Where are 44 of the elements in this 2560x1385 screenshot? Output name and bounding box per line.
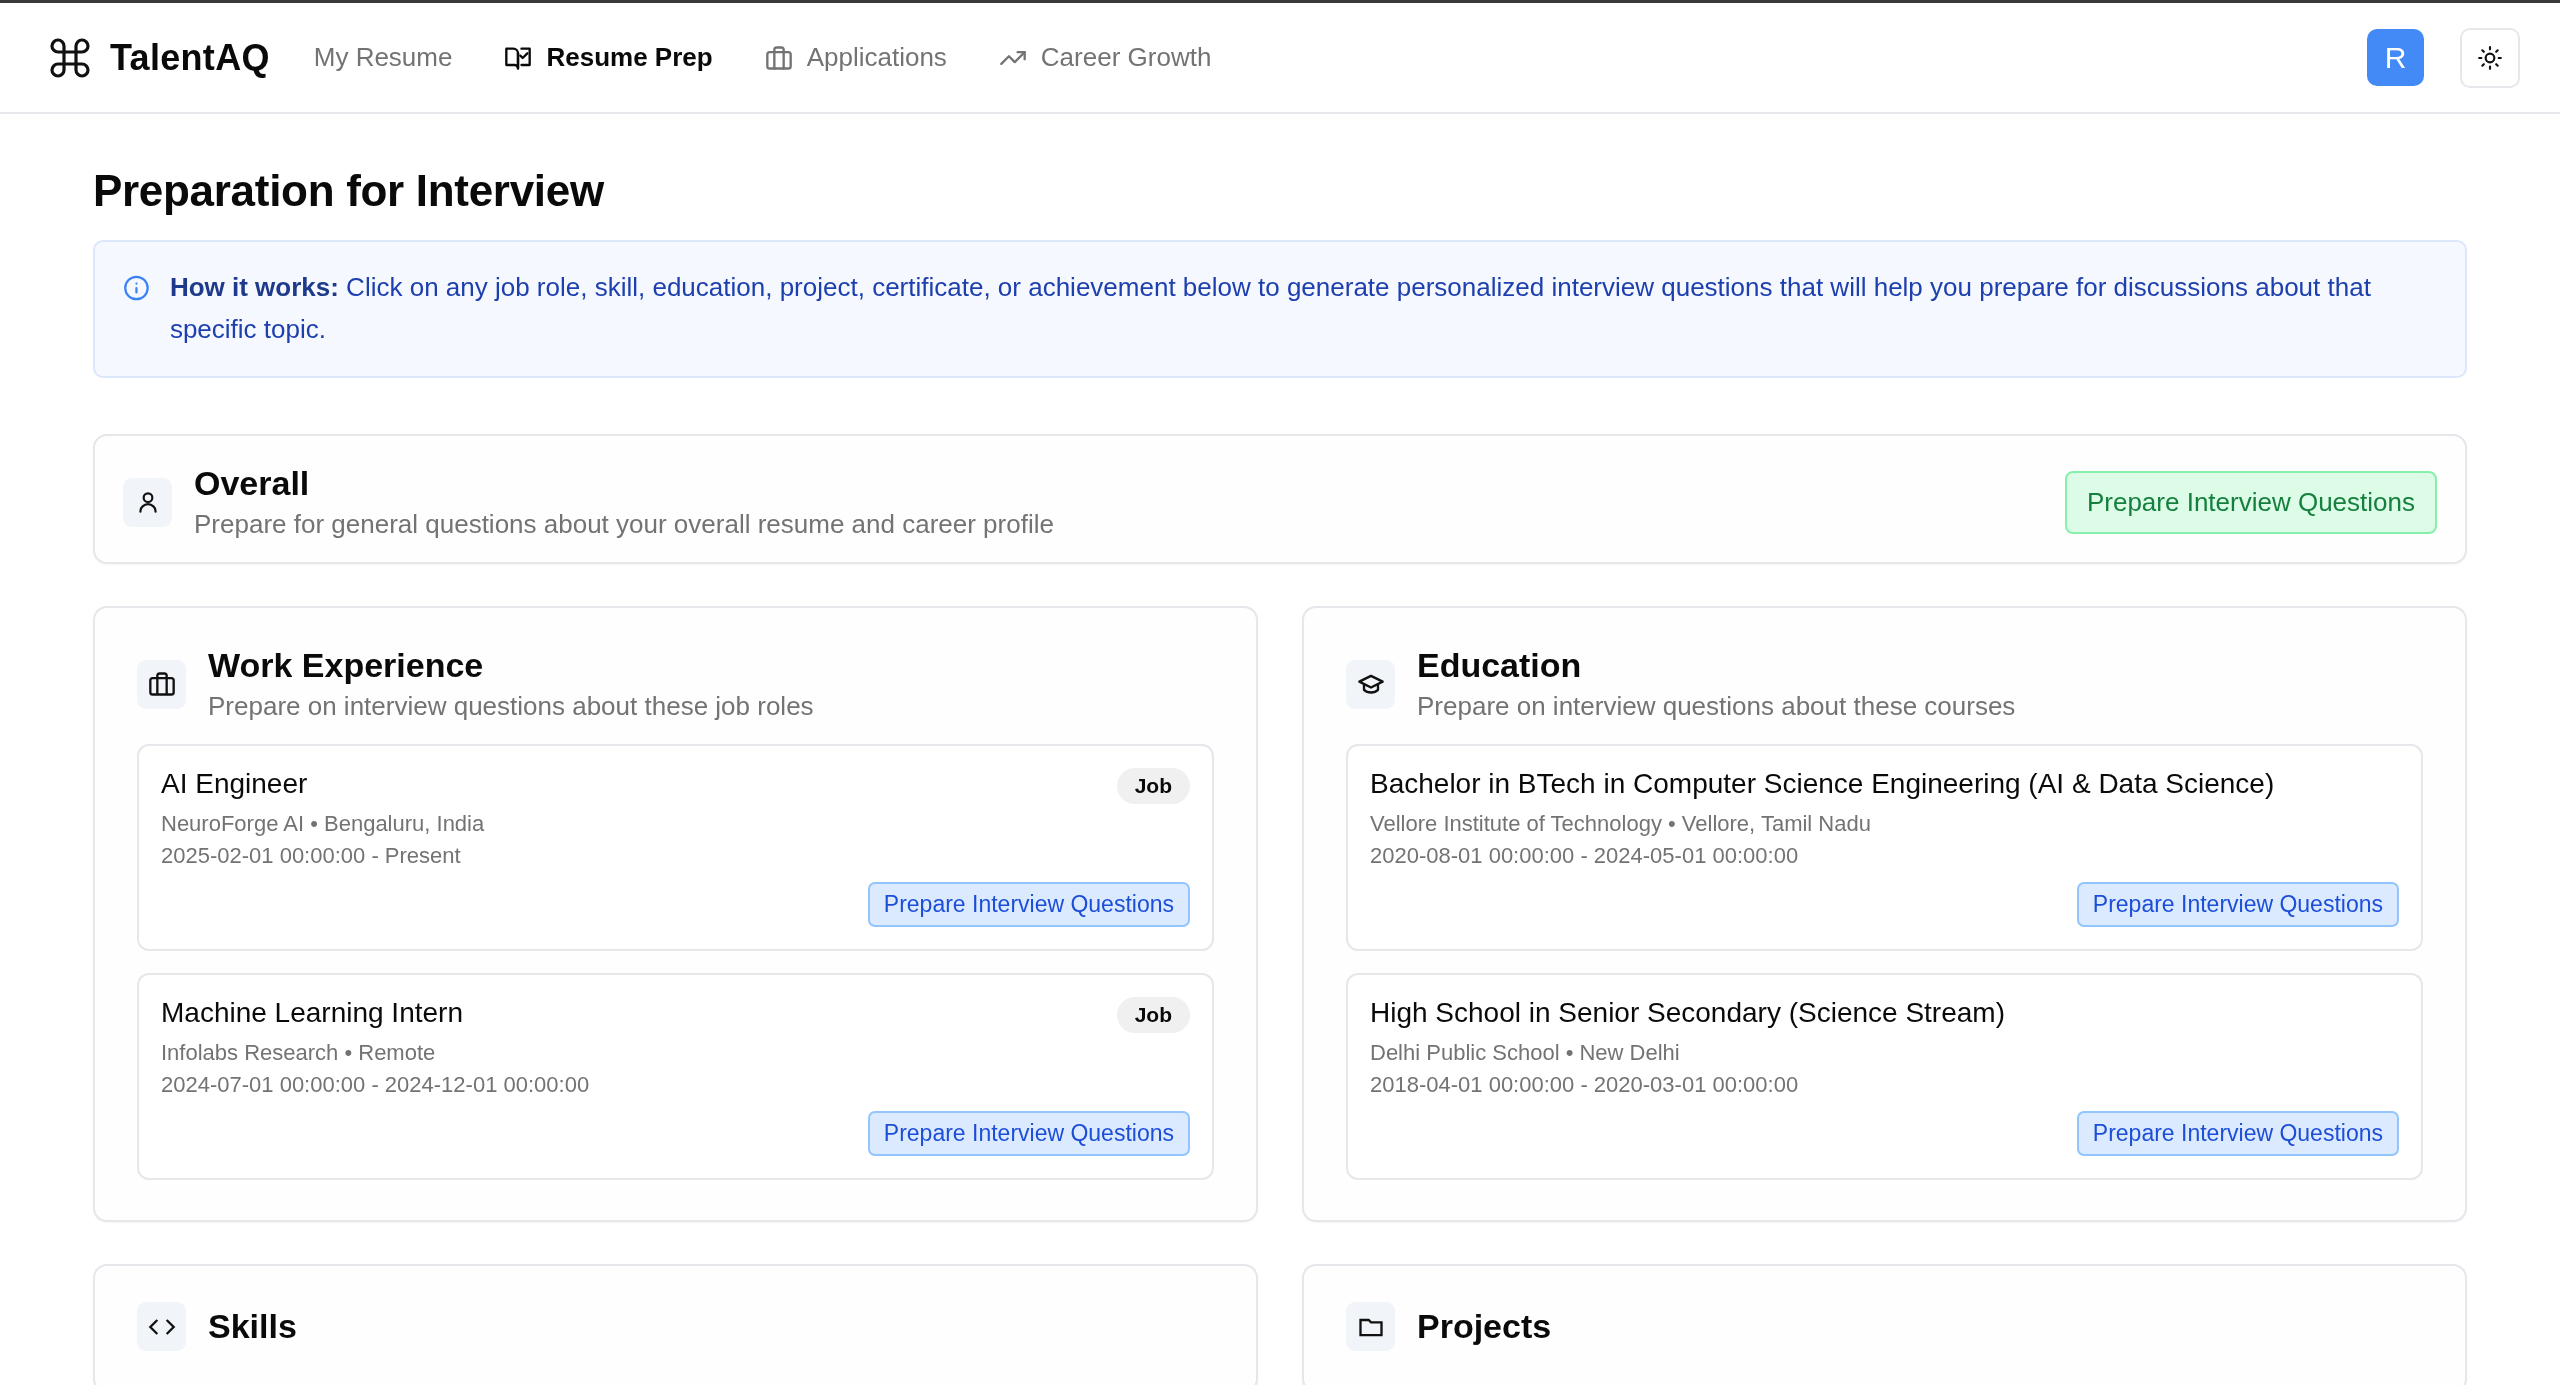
- briefcase-icon: [764, 43, 793, 72]
- section-title: Projects: [1417, 1307, 1553, 1346]
- item-dates: 2025-02-01 00:00:00 - Present: [161, 842, 462, 870]
- section-title: Skills: [208, 1307, 298, 1346]
- section-title: Work Experience: [208, 646, 485, 685]
- item-title: Machine Learning Intern: [161, 997, 463, 1029]
- briefcase-icon: [137, 659, 186, 709]
- theme-toggle-button[interactable]: [2460, 27, 2520, 88]
- user-avatar[interactable]: R: [2367, 29, 2424, 86]
- item-dates: 2024-07-01 00:00:00 - 2024-12-01 00:00:00: [161, 1071, 591, 1099]
- job-badge: Job: [1116, 997, 1190, 1033]
- prepare-questions-button[interactable]: Prepare Interview Questions: [2064, 470, 2437, 534]
- item-title: AI Engineer: [161, 768, 308, 800]
- item-details: NeuroForge AI • Bengaluru, India: [161, 810, 486, 838]
- sun-icon: [2477, 44, 2503, 71]
- folder-icon: [1346, 1302, 1395, 1351]
- item-title: Bachelor in BTech in Computer Science Engineering (AI & Data Science): [1370, 768, 2275, 800]
- section-subtitle: Prepare on interview questions about these job roles: [208, 691, 815, 722]
- nav-link[interactable]: Applications: [764, 42, 947, 73]
- info-text: How it works: Click on any job role, skill, education, project, certificate, or achievement below to generate personalized interview questions that will help you prepare for discussions about that specific topic.: [169, 271, 2372, 346]
- graduation-cap-icon: [1346, 659, 1395, 709]
- section-subtitle: Prepare on interview questions about these courses: [1417, 691, 2017, 722]
- item-details: Infolabs Research • Remote: [161, 1039, 437, 1067]
- user-icon: [123, 477, 172, 527]
- job-badge: Job: [1116, 768, 1190, 804]
- section-title: Education: [1417, 646, 1583, 685]
- item-dates: 2020-08-01 00:00:00 - 2024-05-01 00:00:00: [1370, 842, 1800, 870]
- prepare-questions-button[interactable]: Prepare Interview Questions: [867, 882, 1190, 927]
- section-subtitle: Prepare for general questions about your overall resume and career profile: [194, 509, 1055, 540]
- item-details: Delhi Public School • New Delhi: [1370, 1039, 1681, 1067]
- info-icon: [123, 274, 150, 302]
- app-logo-text[interactable]: TalentAQ: [110, 36, 270, 79]
- prepare-questions-button[interactable]: Prepare Interview Questions: [867, 1111, 1190, 1156]
- prepare-questions-button[interactable]: Prepare Interview Questions: [2076, 882, 2399, 927]
- nav-link[interactable]: Resume Prep: [504, 42, 713, 73]
- item-title: High School in Senior Secondary (Science Stream): [1370, 997, 2005, 1029]
- item-dates: 2018-04-01 00:00:00 - 2020-03-01 00:00:00: [1370, 1071, 1800, 1099]
- item-details: Vellore Institute of Technology • Vellore, Tamil Nadu: [1370, 810, 1872, 838]
- nav-link[interactable]: My Resume: [313, 42, 453, 73]
- prepare-questions-button[interactable]: Prepare Interview Questions: [2076, 1111, 2399, 1156]
- nav-link[interactable]: Career Growth: [998, 42, 1212, 73]
- section-title: Overall: [194, 464, 311, 503]
- code-icon: [137, 1302, 186, 1351]
- page-title: Preparation for Interview: [93, 166, 606, 216]
